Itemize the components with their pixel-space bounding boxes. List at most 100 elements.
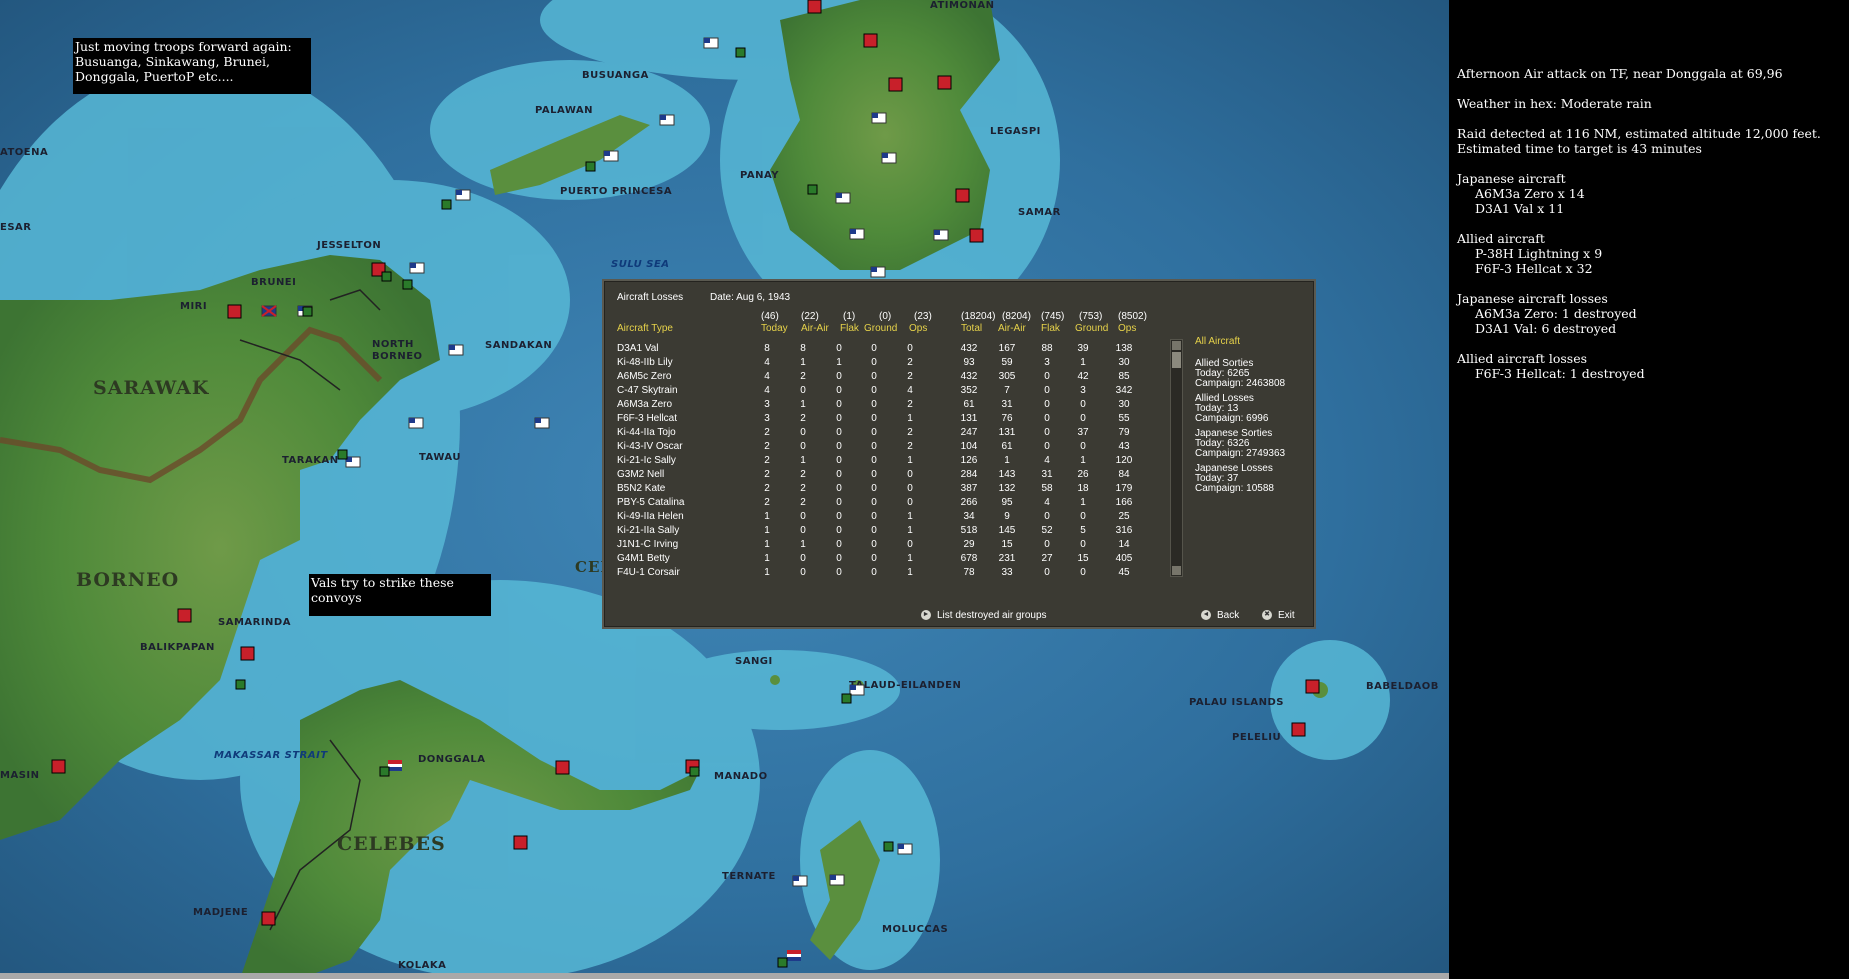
table-row[interactable]: Ki-44-IIa Tojo 2 0 0 0 2 247 131 0 37 79 bbox=[604, 427, 1164, 441]
table-cell: 2 bbox=[907, 441, 913, 452]
aircraft-type-cell: F4U-1 Corsair bbox=[617, 567, 680, 578]
table-row[interactable]: Ki-48-IIb Lily 4 1 1 0 2 93 59 3 1 30 bbox=[604, 357, 1164, 371]
table-cell: 0 bbox=[836, 385, 842, 396]
table-cell: 34 bbox=[963, 511, 975, 522]
scrollbar-thumb[interactable] bbox=[1172, 352, 1181, 368]
table-row[interactable]: F6F-3 Hellcat 3 2 0 0 1 131 76 0 0 55 bbox=[604, 413, 1164, 427]
table-cell: 25 bbox=[1118, 511, 1130, 522]
table-cell: 30 bbox=[1118, 399, 1130, 410]
list-destroyed-button[interactable]: ► List destroyed air groups bbox=[921, 610, 1047, 621]
table-cell: 0 bbox=[1044, 567, 1050, 578]
table-cell: 3 bbox=[1044, 357, 1050, 368]
all-aircraft-link[interactable]: All Aircraft bbox=[1195, 337, 1240, 347]
table-cell: 1 bbox=[764, 525, 770, 536]
table-cell: 0 bbox=[1080, 399, 1086, 410]
table-cell: 342 bbox=[1115, 385, 1133, 396]
table-cell: 61 bbox=[1001, 441, 1013, 452]
table-scrollbar[interactable] bbox=[1170, 339, 1183, 577]
table-cell: 0 bbox=[871, 413, 877, 424]
table-cell: 37 bbox=[1077, 427, 1089, 438]
table-cell: 52 bbox=[1041, 525, 1053, 536]
table-row[interactable]: Ki-21-IIa Sally 1 0 0 0 1 518 145 52 5 316 bbox=[604, 525, 1164, 539]
table-cell: 179 bbox=[1115, 483, 1133, 494]
table-cell: 126 bbox=[960, 455, 978, 466]
table-cell: 2 bbox=[907, 427, 913, 438]
aircraft-type-cell: Ki-21-Ic Sally bbox=[617, 455, 676, 466]
aircraft-type-cell: Ki-21-IIa Sally bbox=[617, 525, 680, 536]
table-cell: 4 bbox=[1044, 455, 1050, 466]
table-row[interactable]: Ki-21-Ic Sally 2 1 0 0 1 126 1 4 1 120 bbox=[604, 455, 1164, 469]
table-cell: 305 bbox=[998, 371, 1016, 382]
table-cell: 0 bbox=[907, 469, 913, 480]
table-cell: 405 bbox=[1115, 553, 1133, 564]
table-cell: 0 bbox=[800, 511, 806, 522]
table-row[interactable]: A6M3a Zero 3 1 0 0 2 61 31 0 0 30 bbox=[604, 399, 1164, 413]
scrollbar-arrow-icon[interactable] bbox=[1172, 566, 1181, 575]
report-line: F6F-3 Hellcat x 32 bbox=[1475, 261, 1593, 276]
column-header: Total bbox=[961, 323, 983, 334]
table-cell: 5 bbox=[1080, 525, 1086, 536]
japanese-sorties-campaign: Campaign: 2749363 bbox=[1195, 448, 1286, 459]
report-line: Japanese aircraft bbox=[1457, 171, 1566, 186]
table-row[interactable]: J1N1-C Irving 1 1 0 0 0 29 15 0 0 14 bbox=[604, 539, 1164, 553]
total-cell: (745) bbox=[1041, 311, 1065, 322]
table-cell: 55 bbox=[1118, 413, 1130, 424]
aircraft-type-cell: B5N2 Kate bbox=[617, 483, 666, 494]
back-button[interactable]: ◄ Back bbox=[1201, 610, 1239, 621]
table-row[interactable]: F4U-1 Corsair 1 0 0 0 1 78 33 0 0 45 bbox=[604, 567, 1164, 581]
table-row[interactable]: B5N2 Kate 2 2 0 0 0 387 132 58 18 179 bbox=[604, 483, 1164, 497]
table-row[interactable]: D3A1 Val 8 8 0 0 0 432 167 88 39 138 bbox=[604, 343, 1164, 357]
table-cell: 120 bbox=[1115, 455, 1133, 466]
column-header: Aircraft Type bbox=[617, 323, 673, 334]
table-cell: 58 bbox=[1041, 483, 1053, 494]
table-cell: 0 bbox=[836, 497, 842, 508]
column-header: Ops bbox=[1118, 323, 1137, 334]
table-cell: 4 bbox=[764, 385, 770, 396]
total-cell: (8204) bbox=[1002, 311, 1031, 322]
allied-losses-campaign: Campaign: 6996 bbox=[1195, 413, 1269, 424]
table-cell: 138 bbox=[1115, 343, 1133, 354]
table-cell: 2 bbox=[907, 357, 913, 368]
table-cell: 131 bbox=[998, 427, 1016, 438]
exit-button[interactable]: ✖ Exit bbox=[1262, 610, 1295, 621]
table-cell: 1 bbox=[907, 413, 913, 424]
table-cell: 0 bbox=[836, 399, 842, 410]
table-cell: 0 bbox=[871, 497, 877, 508]
table-cell: 0 bbox=[1044, 371, 1050, 382]
table-row[interactable]: C-47 Skytrain 4 0 0 0 4 352 7 0 3 342 bbox=[604, 385, 1164, 399]
aircraft-type-cell: F6F-3 Hellcat bbox=[617, 413, 678, 424]
report-line: F6F-3 Hellcat: 1 destroyed bbox=[1475, 366, 1645, 381]
table-row[interactable]: Ki-43-IV Oscar 2 0 0 0 2 104 61 0 0 43 bbox=[604, 441, 1164, 455]
total-cell: (46) bbox=[761, 311, 779, 322]
table-cell: 0 bbox=[800, 385, 806, 396]
aircraft-type-cell: Ki-48-IIb Lily bbox=[617, 357, 673, 368]
column-header: Today bbox=[761, 323, 788, 334]
report-line: Allied aircraft losses bbox=[1457, 351, 1588, 366]
table-row[interactable]: Ki-49-IIa Helen 1 0 0 0 1 34 9 0 0 25 bbox=[604, 511, 1164, 525]
table-cell: 1 bbox=[1004, 455, 1010, 466]
table-cell: 3 bbox=[764, 399, 770, 410]
map-bottom-toolbar[interactable] bbox=[0, 973, 1449, 979]
aircraft-type-cell: D3A1 Val bbox=[617, 343, 659, 354]
table-row[interactable]: G4M1 Betty 1 0 0 0 1 678 231 27 15 405 bbox=[604, 553, 1164, 567]
report-line: Estimated time to target is 43 minutes bbox=[1457, 141, 1702, 156]
report-line: Weather in hex: Moderate rain bbox=[1457, 96, 1652, 111]
table-row[interactable]: G3M2 Nell 2 2 0 0 0 284 143 31 26 84 bbox=[604, 469, 1164, 483]
table-cell: 0 bbox=[800, 525, 806, 536]
table-row[interactable]: A6M5c Zero 4 2 0 0 2 432 305 0 42 85 bbox=[604, 371, 1164, 385]
table-cell: 0 bbox=[800, 567, 806, 578]
table-cell: 43 bbox=[1118, 441, 1130, 452]
table-cell: 2 bbox=[800, 483, 806, 494]
table-cell: 59 bbox=[1001, 357, 1013, 368]
column-header: Air-Air bbox=[998, 323, 1026, 334]
column-header: Flak bbox=[840, 323, 859, 334]
table-cell: 0 bbox=[907, 343, 913, 354]
note-vals-strike: Vals try to strike these convoys bbox=[309, 574, 491, 616]
table-cell: 1 bbox=[907, 553, 913, 564]
table-row[interactable]: PBY-5 Catalina 2 2 0 0 0 266 95 4 1 166 bbox=[604, 497, 1164, 511]
table-cell: 18 bbox=[1077, 483, 1089, 494]
aircraft-type-cell: G4M1 Betty bbox=[617, 553, 670, 564]
button-arrow-icon: ✖ bbox=[1262, 610, 1272, 621]
table-cell: 3 bbox=[764, 413, 770, 424]
scrollbar-arrow-icon[interactable] bbox=[1172, 341, 1181, 350]
